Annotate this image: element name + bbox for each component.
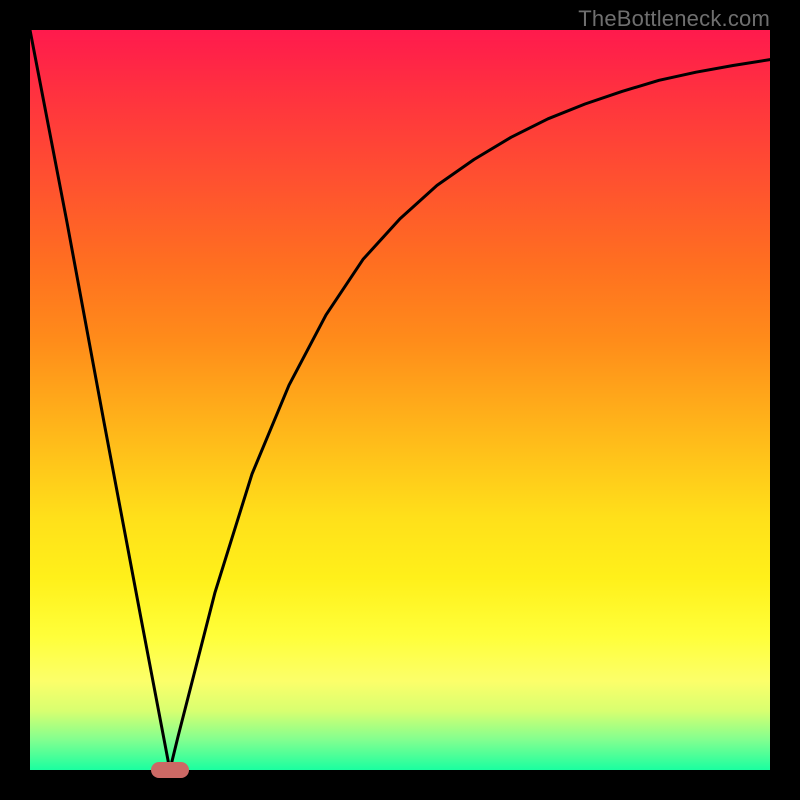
- chart-frame: TheBottleneck.com: [0, 0, 800, 800]
- attribution-text: TheBottleneck.com: [578, 6, 770, 32]
- bottleneck-curve: [30, 30, 770, 770]
- plot-area: [30, 30, 770, 770]
- minimum-marker: [151, 762, 189, 778]
